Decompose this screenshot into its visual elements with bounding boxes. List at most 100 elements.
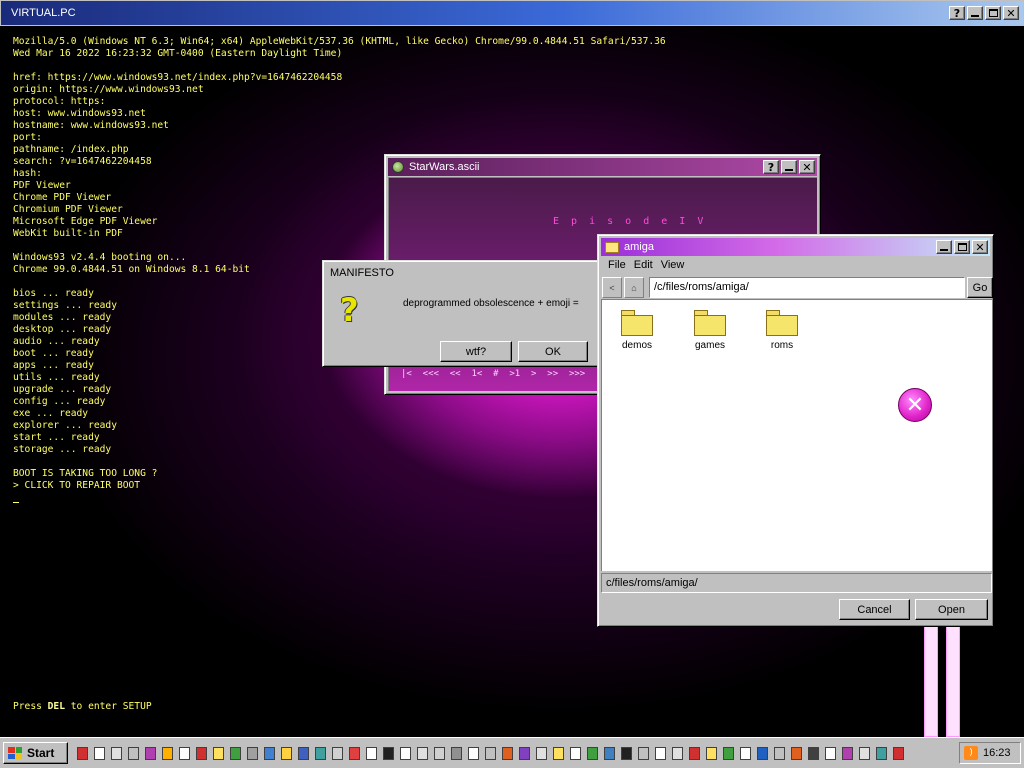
app-icon-43[interactable] xyxy=(788,744,805,762)
menu-view[interactable]: View xyxy=(657,259,689,271)
app-icon-11[interactable] xyxy=(244,744,261,762)
app-icon-48[interactable] xyxy=(873,744,890,762)
cancel-button[interactable]: Cancel xyxy=(839,599,910,620)
app-icon-1[interactable] xyxy=(74,744,91,762)
app-icon-44[interactable] xyxy=(805,744,822,762)
app-icon-35[interactable] xyxy=(652,744,669,762)
app-icon-30[interactable] xyxy=(567,744,584,762)
app-icon-19[interactable] xyxy=(380,744,397,762)
go-button[interactable]: Go xyxy=(967,277,993,298)
episode-text: E p i s o d e I V xyxy=(553,216,707,227)
app-icon-14[interactable] xyxy=(295,744,312,762)
open-button[interactable]: Open xyxy=(915,599,988,620)
app-icon-2[interactable] xyxy=(91,744,108,762)
wtf-button[interactable]: wtf? xyxy=(440,341,512,362)
app-icon-31[interactable] xyxy=(584,744,601,762)
app-icon-49[interactable] xyxy=(890,744,907,762)
app-icon-15[interactable] xyxy=(312,744,329,762)
amiga-explorer-window[interactable]: amiga ✕ File Edit View < ⌂ /c/files/roms… xyxy=(597,234,994,627)
clock[interactable]: 16:23 xyxy=(983,747,1011,759)
amiga-close-button[interactable]: ✕ xyxy=(972,240,988,254)
app-glyph xyxy=(655,746,666,760)
app-glyph xyxy=(94,746,105,760)
app-icon-25[interactable] xyxy=(482,744,499,762)
app-icon-29[interactable] xyxy=(550,744,567,762)
manifesto-titlebar[interactable]: MANIFESTO xyxy=(326,264,608,282)
app-icon-8[interactable] xyxy=(193,744,210,762)
boot-log-line: config ... ready xyxy=(13,396,106,407)
starwars-close-button[interactable]: ✕ xyxy=(799,160,815,174)
close-icon: ✕ xyxy=(975,240,985,254)
app-icon-3[interactable] xyxy=(108,744,125,762)
amiga-minimize-button[interactable] xyxy=(936,240,952,254)
app-icon-28[interactable] xyxy=(533,744,550,762)
maximize-button[interactable] xyxy=(985,6,1001,20)
app-icon-32[interactable] xyxy=(601,744,618,762)
playback-controls[interactable]: |< <<< << 1< # >1 > >> >>> xyxy=(401,369,585,379)
app-icon-16[interactable] xyxy=(329,744,346,762)
path-input[interactable]: /c/files/roms/amiga/ xyxy=(649,277,965,298)
close-button[interactable]: ✕ xyxy=(1003,6,1019,20)
ok-button[interactable]: OK xyxy=(518,341,588,362)
starwars-titlebar[interactable]: StarWars.ascii ? ✕ xyxy=(388,158,817,176)
app-icon-12[interactable] xyxy=(261,744,278,762)
app-icon-38[interactable] xyxy=(703,744,720,762)
app-icon-34[interactable] xyxy=(635,744,652,762)
app-icon-24[interactable] xyxy=(465,744,482,762)
folder-games[interactable]: games xyxy=(680,310,740,351)
starwars-help-button[interactable]: ? xyxy=(763,160,779,174)
boot-log-line: host: www.windows93.net xyxy=(13,108,146,119)
app-icon-26[interactable] xyxy=(499,744,516,762)
amiga-maximize-button[interactable] xyxy=(954,240,970,254)
rss-icon[interactable]: ) xyxy=(964,746,978,760)
manifesto-dialog[interactable]: MANIFESTO ? deprogrammed obsolescence + … xyxy=(322,260,612,367)
app-icon-40[interactable] xyxy=(737,744,754,762)
app-icon-5[interactable] xyxy=(142,744,159,762)
virtual-pc-titlebar[interactable]: VIRTUAL.PC ? ✕ xyxy=(0,0,1024,26)
app-icon-42[interactable] xyxy=(771,744,788,762)
folder-roms[interactable]: roms xyxy=(752,310,812,351)
minimize-button[interactable] xyxy=(967,6,983,20)
app-icon-37[interactable] xyxy=(686,744,703,762)
back-button[interactable]: < xyxy=(602,277,622,298)
close-icon: ✕ xyxy=(802,160,812,174)
app-icon-23[interactable] xyxy=(448,744,465,762)
app-glyph xyxy=(485,746,496,760)
app-glyph xyxy=(315,746,326,760)
app-icon-36[interactable] xyxy=(669,744,686,762)
app-icon-33[interactable] xyxy=(618,744,635,762)
app-icon-27[interactable] xyxy=(516,744,533,762)
app-icon-45[interactable] xyxy=(822,744,839,762)
app-icon-9[interactable] xyxy=(210,744,227,762)
help-button[interactable]: ? xyxy=(949,6,965,20)
app-glyph xyxy=(689,746,700,760)
starwars-minimize-button[interactable] xyxy=(781,160,797,174)
app-icon-21[interactable] xyxy=(414,744,431,762)
start-button[interactable]: Start xyxy=(3,742,68,764)
app-icon-10[interactable] xyxy=(227,744,244,762)
pink-close-icon[interactable]: ✕ xyxy=(898,388,932,422)
app-icon-41[interactable] xyxy=(754,744,771,762)
file-list[interactable]: demos games roms ✕ xyxy=(601,299,992,571)
app-icon-17[interactable] xyxy=(346,744,363,762)
menu-file[interactable]: File xyxy=(604,259,630,271)
home-button[interactable]: ⌂ xyxy=(624,277,644,298)
boot-log-line: origin: https://www.windows93.net xyxy=(13,84,204,95)
app-icon-20[interactable] xyxy=(397,744,414,762)
folder-label: roms xyxy=(770,340,794,351)
app-icon-7[interactable] xyxy=(176,744,193,762)
app-icon-13[interactable] xyxy=(278,744,295,762)
app-icon-6[interactable] xyxy=(159,744,176,762)
folder-demos[interactable]: demos xyxy=(607,310,667,351)
selected-path-field[interactable]: c/files/roms/amiga/ xyxy=(601,573,992,593)
menu-edit[interactable]: Edit xyxy=(630,259,657,271)
app-icon-39[interactable] xyxy=(720,744,737,762)
app-icon-46[interactable] xyxy=(839,744,856,762)
app-glyph xyxy=(366,746,377,760)
app-icon-4[interactable] xyxy=(125,744,142,762)
app-icon-22[interactable] xyxy=(431,744,448,762)
app-icon-18[interactable] xyxy=(363,744,380,762)
amiga-titlebar[interactable]: amiga ✕ xyxy=(601,238,990,256)
app-icon-47[interactable] xyxy=(856,744,873,762)
boot-log-line: start ... ready xyxy=(13,432,100,443)
